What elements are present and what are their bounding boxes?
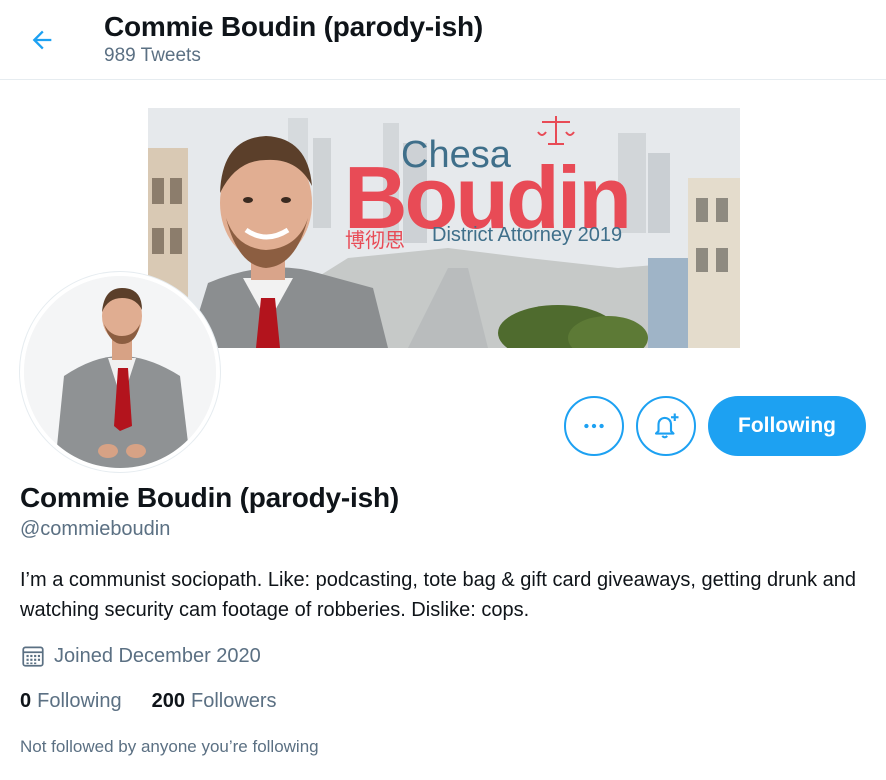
- profile-handle: @commieboudin: [20, 518, 171, 540]
- following-count: 0: [20, 690, 32, 712]
- profile-banner[interactable]: Chesa Boudin 博彻思 District Attorney 2019: [148, 108, 740, 348]
- banner-subtitle: District Attorney 2019: [432, 224, 623, 246]
- joined-date: Joined December 2020: [54, 644, 261, 667]
- notify-button[interactable]: [636, 396, 696, 456]
- following-button[interactable]: Following: [708, 396, 866, 456]
- profile-header: Commie Boudin (parody-ish) 989 Tweets: [0, 0, 886, 80]
- back-button[interactable]: [22, 20, 62, 60]
- calendar-icon: [22, 646, 44, 667]
- avatar-photo: [24, 276, 216, 468]
- tweet-count: 989 Tweets: [104, 45, 201, 66]
- profile-name: Commie Boudin (parody-ish): [20, 482, 400, 513]
- follow-counts: 0 Following 200 Followers: [20, 690, 307, 713]
- profile-bio: I’m a communist sociopath. Like: podcast…: [20, 569, 857, 621]
- followers-label: Followers: [190, 690, 277, 712]
- arrow-left-icon: [32, 30, 52, 50]
- followers-count: 200: [151, 690, 185, 712]
- bell-plus-icon: [654, 413, 679, 439]
- header-title: Commie Boudin (parody-ish): [104, 11, 484, 42]
- banner-chinese-name: 博彻思: [345, 230, 405, 252]
- followers-count-link[interactable]: 200 Followers: [152, 690, 277, 713]
- profile-avatar[interactable]: [20, 272, 220, 472]
- ellipsis-icon: [584, 423, 604, 429]
- joined-date-row: Joined December 2020: [20, 643, 261, 669]
- followed-by-note: Not followed by anyone you’re following: [20, 737, 319, 756]
- more-options-button[interactable]: [564, 396, 624, 456]
- following-label: Following: [37, 690, 122, 712]
- following-count-link[interactable]: 0 Following: [20, 690, 122, 713]
